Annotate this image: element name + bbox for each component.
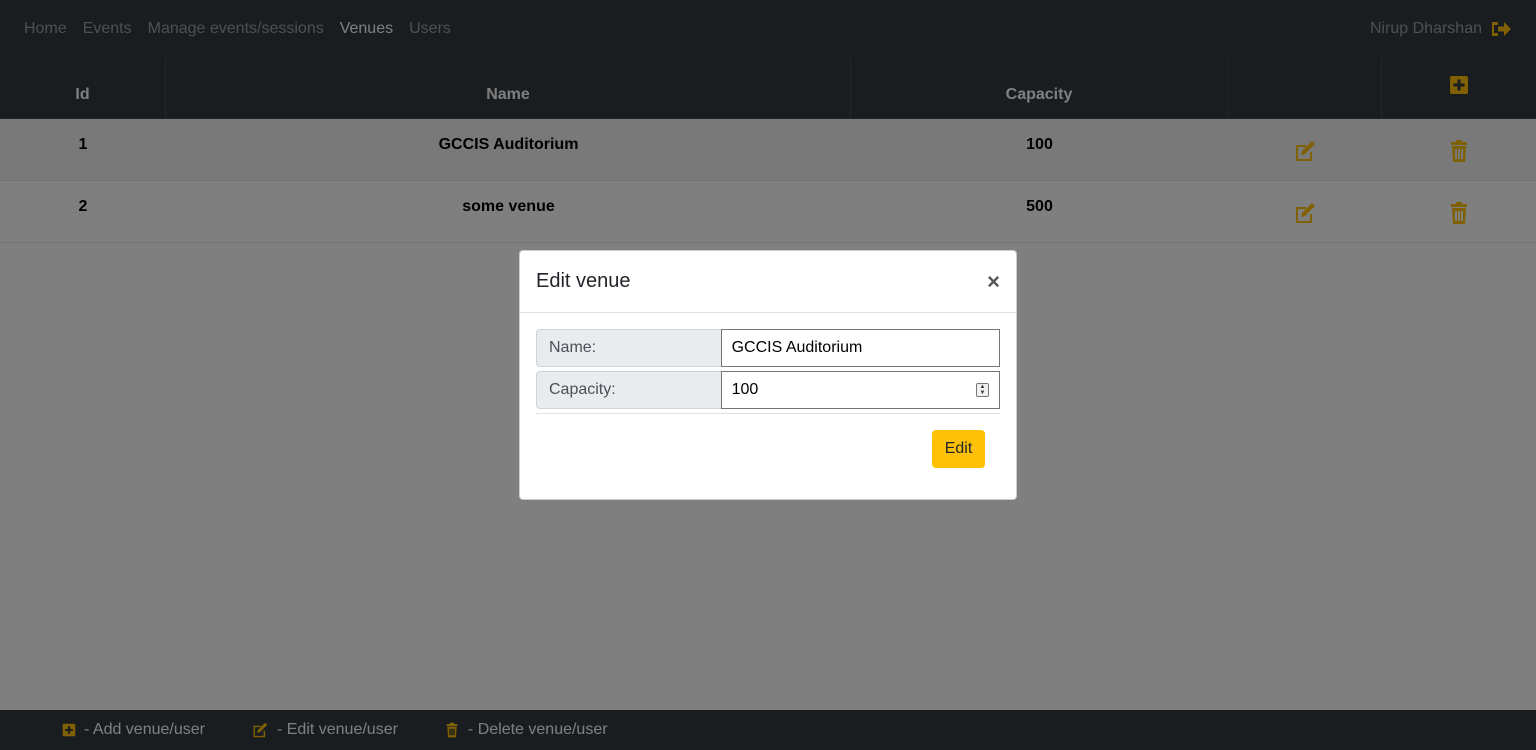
edit-venue-modal: Edit venue × Name: Capacity: ▲ ▼ Ed — [519, 250, 1017, 500]
number-stepper[interactable]: ▲ ▼ — [976, 383, 989, 397]
name-input[interactable] — [720, 329, 1000, 367]
page: Home Events Manage events/sessions Venue… — [0, 0, 1536, 750]
capacity-input[interactable] — [721, 372, 999, 408]
modal-body: Name: Capacity: ▲ ▼ — [520, 313, 1016, 409]
modal-header: Edit venue × — [520, 251, 1016, 313]
name-input-group: Name: — [536, 329, 1000, 367]
capacity-label: Capacity: — [536, 371, 721, 409]
modal-title: Edit venue — [536, 270, 631, 292]
close-icon[interactable]: × — [987, 270, 1000, 293]
name-label: Name: — [536, 329, 721, 367]
edit-submit-button[interactable]: Edit — [932, 430, 985, 468]
capacity-input-group: Capacity: ▲ ▼ — [536, 371, 1000, 409]
capacity-field-wrapper: ▲ ▼ — [720, 371, 1000, 409]
stepper-down-icon[interactable]: ▼ — [980, 390, 986, 396]
modal-footer: Edit — [520, 414, 1016, 468]
